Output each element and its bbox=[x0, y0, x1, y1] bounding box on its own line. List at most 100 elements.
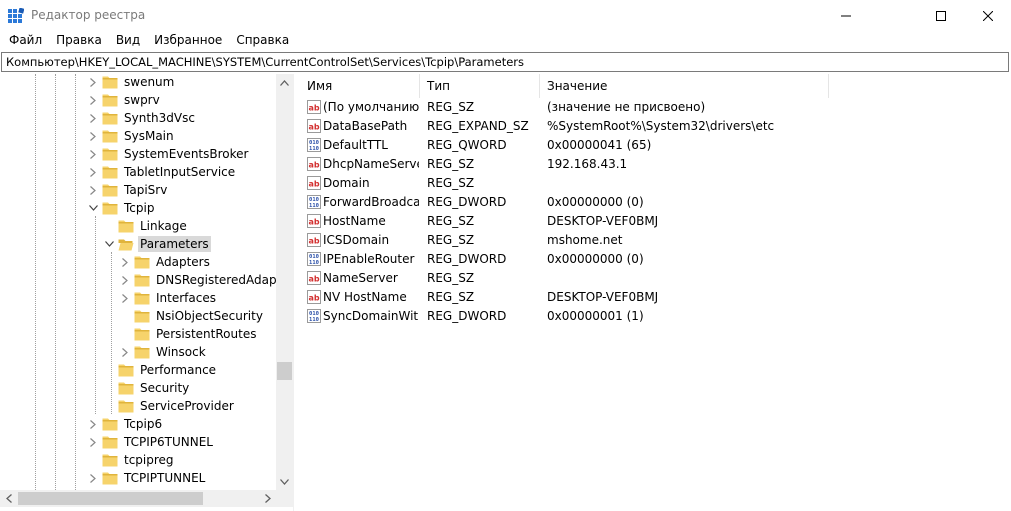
tree-item-swenum[interactable]: swenum bbox=[87, 74, 176, 91]
table-row[interactable]: ab Domain REG_SZ bbox=[300, 174, 1011, 193]
menu-edit[interactable]: Правка bbox=[49, 31, 109, 51]
minimize-button[interactable] bbox=[823, 0, 869, 31]
collapse-chevron-icon[interactable] bbox=[103, 235, 115, 253]
column-header-type[interactable]: Тип bbox=[420, 74, 540, 98]
tree-item-synth3dvsc[interactable]: Synth3dVsc bbox=[87, 109, 197, 127]
folder-icon bbox=[134, 346, 150, 359]
tree-vertical-scroll-thumb[interactable] bbox=[277, 362, 292, 380]
tree-item-linkage[interactable]: Linkage bbox=[103, 217, 189, 235]
expand-chevron-icon[interactable] bbox=[87, 163, 99, 181]
value-type: REG_QWORD bbox=[427, 138, 507, 152]
tree-item-dnsregisteredadapters[interactable]: DNSRegisteredAdapters bbox=[119, 271, 276, 289]
string-value-icon: ab bbox=[307, 119, 321, 133]
string-value-icon: ab bbox=[307, 100, 321, 114]
table-row[interactable]: ab (По умолчанию) REG_SZ (значение не присв… bbox=[300, 98, 1011, 117]
expand-chevron-icon[interactable] bbox=[87, 109, 99, 127]
registry-editor-icon bbox=[8, 8, 24, 23]
menu-file[interactable]: Файл bbox=[2, 31, 49, 51]
folder-icon bbox=[134, 256, 150, 269]
expand-chevron-icon[interactable] bbox=[87, 469, 99, 487]
tree-item-parameters[interactable]: Parameters bbox=[103, 235, 211, 253]
chevron-right-icon bbox=[264, 494, 271, 503]
folder-icon bbox=[102, 94, 118, 107]
tree-item-security[interactable]: Security bbox=[103, 379, 191, 397]
table-row[interactable]: 010 110 DefaultTTL REG_QWORD 0x00000041 (65) bbox=[300, 136, 1011, 155]
tree-item-tcpip6tunnel[interactable]: TCPIP6TUNNEL bbox=[87, 433, 215, 451]
folder-icon bbox=[102, 112, 118, 125]
expand-chevron-icon[interactable] bbox=[87, 433, 99, 451]
expand-chevron-icon[interactable] bbox=[119, 343, 131, 361]
expand-chevron-icon[interactable] bbox=[87, 415, 99, 433]
table-row[interactable]: ab NameServer REG_SZ bbox=[300, 269, 1011, 288]
expand-chevron-icon[interactable] bbox=[87, 181, 99, 199]
scroll-right-button[interactable] bbox=[259, 490, 276, 507]
column-header-value[interactable]: Значение bbox=[540, 74, 829, 98]
expand-chevron-icon[interactable] bbox=[119, 253, 131, 271]
tree-item-nsiobjectsecurity[interactable]: NsiObjectSecurity bbox=[119, 307, 265, 325]
tree-horizontal-scroll-thumb[interactable] bbox=[18, 492, 203, 505]
table-row[interactable]: 010110ForwardBroadca... REG_DWORD 0x000000… bbox=[300, 193, 1011, 212]
table-row[interactable]: ab DataBasePath REG_EXPAND_SZ %SystemRoot%\… bbox=[300, 117, 1011, 136]
table-row[interactable]: ab NV HostName REG_SZ DESKTOP-VEF0BMJ bbox=[300, 288, 1011, 307]
tree-item-systemeventsbroker[interactable]: SystemEventsBroker bbox=[87, 145, 250, 163]
value-name: DefaultTTL bbox=[323, 138, 388, 152]
tree-item-swprv[interactable]: swprv bbox=[87, 91, 162, 109]
scroll-down-button[interactable] bbox=[276, 473, 293, 490]
tree-item-sysmain[interactable]: SysMain bbox=[87, 127, 176, 145]
folder-icon bbox=[102, 166, 118, 179]
folder-icon bbox=[102, 202, 118, 215]
tree-item-tcpiptunnel[interactable]: TCPIPTUNNEL bbox=[87, 469, 207, 487]
tree-item-persistentroutes[interactable]: PersistentRoutes bbox=[119, 325, 258, 343]
tree-item-tapisrv[interactable]: TapiSrv bbox=[87, 181, 169, 199]
menu-favorites[interactable]: Избранное bbox=[147, 31, 229, 51]
tree-item-tcpip[interactable]: Tcpip bbox=[87, 199, 156, 217]
folder-icon bbox=[118, 400, 134, 413]
menu-bar: Файл Правка Вид Избранное Справка bbox=[0, 31, 1011, 51]
table-row[interactable]: ab ICSDomain REG_SZ mshome.net bbox=[300, 231, 1011, 250]
expand-chevron-icon[interactable] bbox=[119, 289, 131, 307]
column-header-name[interactable]: Имя bbox=[300, 74, 420, 98]
expand-chevron-icon[interactable] bbox=[87, 74, 99, 91]
value-type: REG_SZ bbox=[427, 100, 475, 114]
value-name: SyncDomainWit... bbox=[323, 309, 419, 323]
scroll-up-button[interactable] bbox=[276, 74, 293, 91]
tree-item-tcpip6[interactable]: Tcpip6 bbox=[87, 415, 164, 433]
tree-item-tabletinputservice[interactable]: TabletInputService bbox=[87, 163, 237, 181]
tree-item-label: TapiSrv bbox=[124, 183, 168, 197]
tree-view[interactable]: swenum swprv Synth3dVsc SysMain SystemEvents… bbox=[0, 74, 276, 490]
expand-chevron-icon[interactable] bbox=[87, 127, 99, 145]
tree-item-label: Tcpip6 bbox=[124, 417, 163, 431]
tree-item-label: ServiceProvider bbox=[140, 399, 234, 413]
table-row[interactable]: ab DhcpNameServer REG_SZ 192.168.43.1 bbox=[300, 155, 1011, 174]
chevron-up-icon bbox=[280, 79, 289, 86]
tree-item-winsock[interactable]: Winsock bbox=[119, 343, 208, 361]
tree-item-interfaces[interactable]: Interfaces bbox=[119, 289, 218, 307]
svg-text:ab: ab bbox=[308, 294, 319, 303]
table-row[interactable]: 010 110 SyncDomainWit... REG_DWORD 0x0000000… bbox=[300, 307, 1011, 326]
tree-vertical-scrollbar[interactable] bbox=[276, 74, 293, 490]
maximize-button[interactable] bbox=[918, 0, 964, 31]
expand-chevron-icon[interactable] bbox=[87, 145, 99, 163]
value-data: 0x00000041 (65) bbox=[547, 138, 652, 152]
scroll-left-button[interactable] bbox=[0, 490, 17, 507]
table-row[interactable]: ab HostName REG_SZ DESKTOP-VEF0BMJ bbox=[300, 212, 1011, 231]
tree-item-serviceprovider[interactable]: ServiceProvider bbox=[103, 397, 236, 415]
expand-chevron-icon[interactable] bbox=[119, 271, 131, 289]
tree-item-label: NsiObjectSecurity bbox=[156, 309, 263, 323]
collapse-chevron-icon[interactable] bbox=[87, 199, 99, 217]
close-button[interactable] bbox=[965, 0, 1011, 31]
tree-item-label: SystemEventsBroker bbox=[124, 147, 249, 161]
expand-chevron-icon[interactable] bbox=[87, 91, 99, 109]
tree-item-adapters[interactable]: Adapters bbox=[119, 253, 212, 271]
tree-item-label: DNSRegisteredAdapters bbox=[156, 273, 276, 287]
table-row[interactable]: 010 110 IPEnableRouter REG_DWORD 0x00000000 … bbox=[300, 250, 1011, 269]
address-bar[interactable]: Компьютер\HKEY_LOCAL_MACHINE\SYSTEM\Curr… bbox=[1, 52, 1009, 72]
close-icon bbox=[983, 10, 993, 21]
tree-item-performance[interactable]: Performance bbox=[103, 361, 218, 379]
tree-horizontal-scrollbar[interactable] bbox=[0, 490, 276, 507]
menu-help[interactable]: Справка bbox=[229, 31, 296, 51]
tree-item-tcpipreg[interactable]: tcpipreg bbox=[87, 451, 176, 469]
menu-view[interactable]: Вид bbox=[109, 31, 147, 51]
tree-item-label: tcpipreg bbox=[124, 453, 174, 467]
